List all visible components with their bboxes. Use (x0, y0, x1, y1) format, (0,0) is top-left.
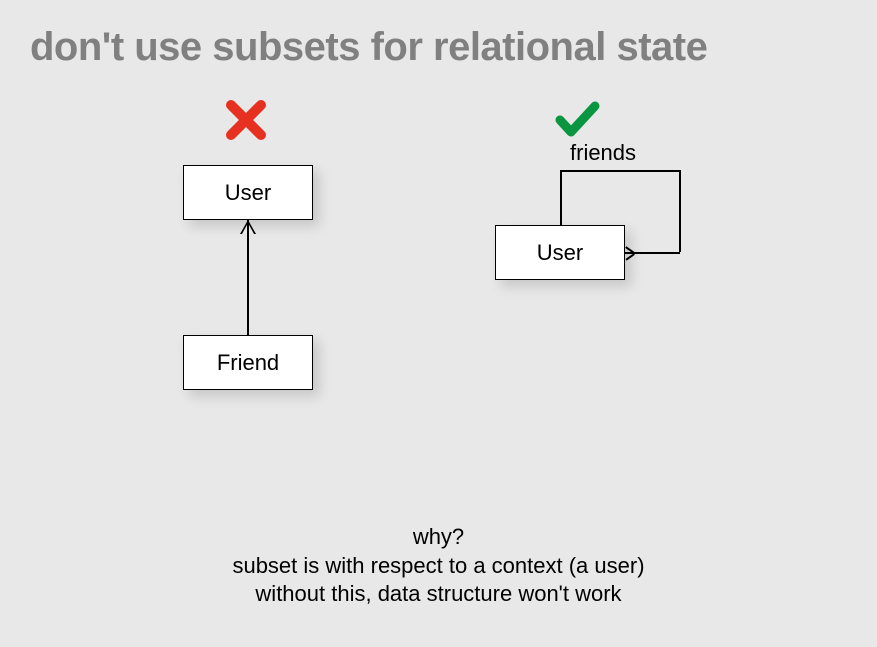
x-icon (226, 100, 266, 145)
diagram-area: User Friend friends User (0, 70, 877, 470)
self-loop-segment (560, 170, 680, 172)
friends-relation-label: friends (570, 140, 636, 166)
right-user-box: User (495, 225, 625, 280)
inheritance-line (247, 220, 249, 335)
left-friend-box: Friend (183, 335, 313, 390)
explanation-line: without this, data structure won't work (0, 580, 877, 609)
self-loop-segment (560, 170, 562, 226)
left-user-box: User (183, 165, 313, 220)
slide-title: don't use subsets for relational state (0, 0, 877, 70)
explanation-line: why? (0, 523, 877, 552)
explanation-line: subset is with respect to a context (a u… (0, 552, 877, 581)
self-loop-segment (679, 170, 681, 252)
explanation-block: why? subset is with respect to a context… (0, 523, 877, 609)
check-icon (555, 100, 600, 145)
